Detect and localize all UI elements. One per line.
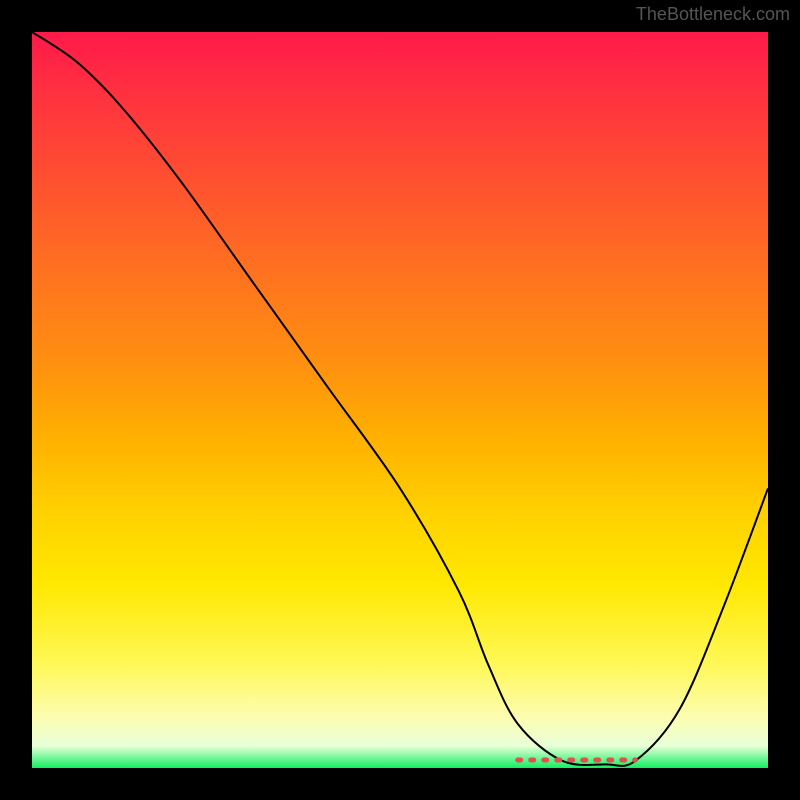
attribution-label: TheBottleneck.com bbox=[636, 4, 790, 25]
bottleneck-curve-line bbox=[32, 32, 768, 766]
chart-area bbox=[32, 32, 768, 768]
bottleneck-chart bbox=[32, 32, 768, 768]
